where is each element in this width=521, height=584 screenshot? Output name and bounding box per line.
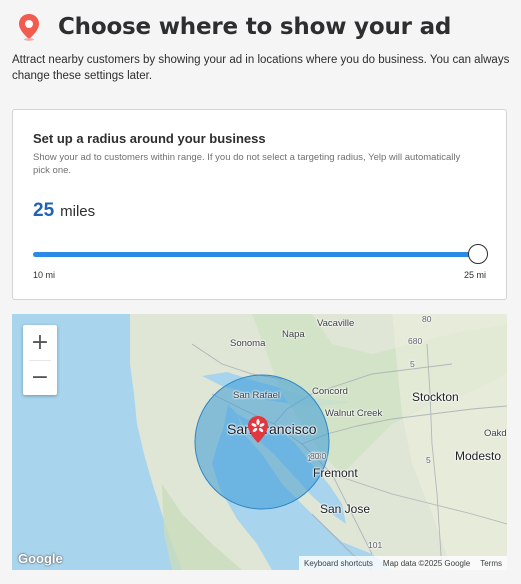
terms-link[interactable]: Terms bbox=[475, 559, 507, 568]
road-shield-5-north: 5 bbox=[410, 359, 415, 369]
place-oakdale: Oakd bbox=[484, 428, 507, 439]
place-modesto: Modesto bbox=[455, 449, 502, 463]
page-subtitle: Attract nearby customers by showing your… bbox=[12, 54, 510, 82]
place-walnut-creek: Walnut Creek bbox=[325, 408, 383, 419]
radius-readout: 25 miles bbox=[33, 200, 95, 222]
slider-max-label: 25 mi bbox=[463, 270, 486, 280]
radius-card: Set up a radius around your business Sho… bbox=[12, 109, 507, 300]
place-concord: Concord bbox=[312, 386, 348, 397]
radius-value: 25 bbox=[33, 200, 55, 221]
radius-card-description: Show your ad to customers within range. … bbox=[33, 152, 461, 176]
zoom-out-button[interactable]: − bbox=[23, 360, 57, 395]
road-shield-680: 680 bbox=[408, 336, 423, 346]
place-vacaville: Vacaville bbox=[317, 318, 355, 329]
slider-track-fill bbox=[33, 252, 478, 257]
radius-unit: miles bbox=[60, 203, 96, 220]
yelp-burst-marker-icon[interactable] bbox=[246, 415, 270, 445]
place-san-jose: San Jose bbox=[320, 502, 371, 516]
radius-slider[interactable] bbox=[33, 244, 488, 264]
zoom-controls: + − bbox=[23, 325, 57, 395]
road-shield-80: 80 bbox=[422, 314, 432, 324]
road-shield-101: 101 bbox=[368, 540, 383, 550]
place-stockton: Stockton bbox=[412, 390, 459, 404]
road-shield-80-bay: 80 bbox=[310, 451, 320, 461]
place-napa: Napa bbox=[282, 329, 305, 340]
keyboard-shortcuts-link[interactable]: Keyboard shortcuts bbox=[299, 559, 378, 568]
road-shield-5-south: 5 bbox=[426, 455, 431, 465]
place-san-francisco: San Francisco bbox=[227, 421, 317, 437]
map-data-text: Map data ©2025 Google bbox=[382, 558, 471, 568]
place-san-rafael: San Rafael bbox=[233, 390, 281, 401]
place-fremont: Fremont bbox=[313, 466, 358, 480]
page-header: Choose where to show your ad bbox=[14, 12, 451, 42]
radius-card-title: Set up a radius around your business bbox=[33, 131, 266, 146]
slider-thumb[interactable] bbox=[468, 244, 488, 264]
map-attribution: Keyboard shortcuts Map data ©2025 Google… bbox=[298, 556, 507, 570]
map-pin-icon bbox=[19, 14, 39, 41]
slider-min-label: 10 mi bbox=[33, 270, 56, 280]
page-title: Choose where to show your ad bbox=[58, 14, 452, 40]
map-view[interactable]: + − Sonoma Napa Vacaville Concord San Ra… bbox=[12, 314, 507, 570]
zoom-in-button[interactable]: + bbox=[23, 325, 57, 360]
place-sonoma: Sonoma bbox=[230, 338, 266, 349]
google-logo[interactable]: Google bbox=[18, 551, 63, 566]
